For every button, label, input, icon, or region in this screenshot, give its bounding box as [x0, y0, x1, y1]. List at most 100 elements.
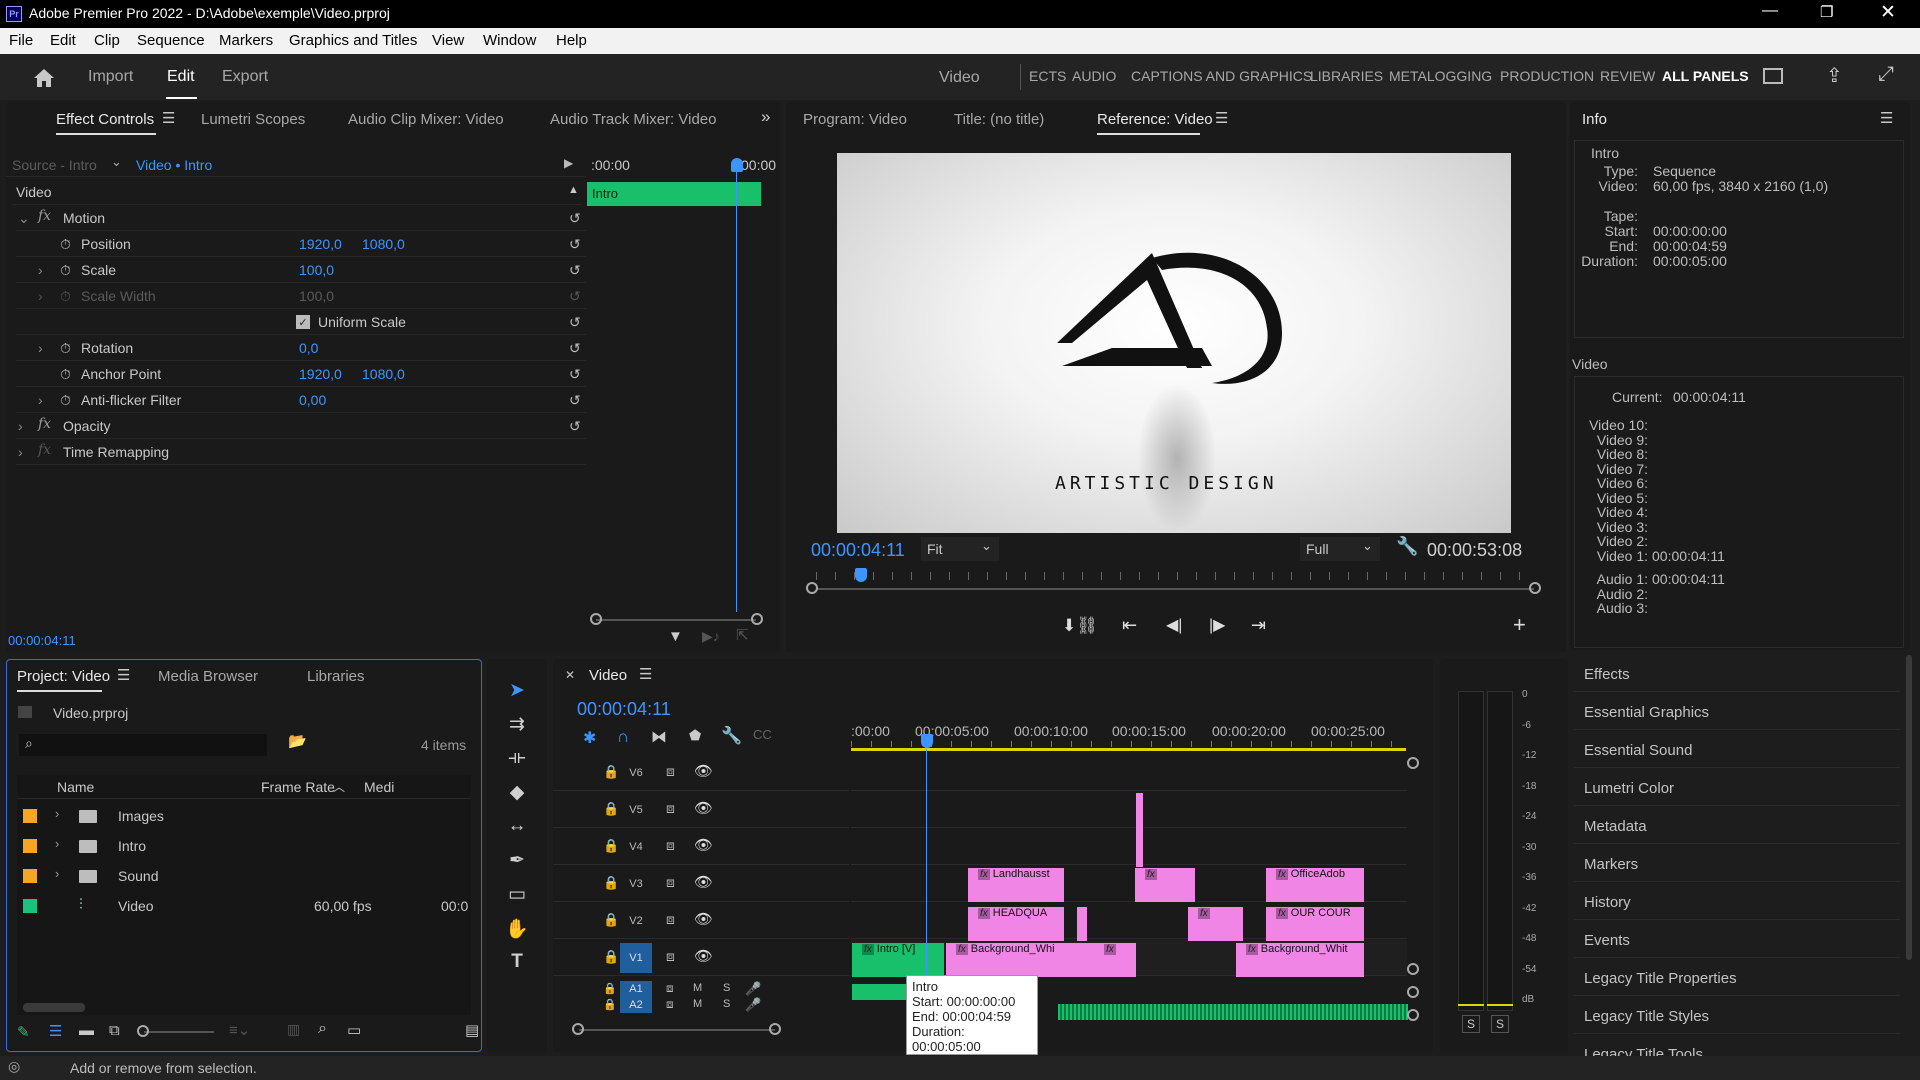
- panel-legacy-title-properties[interactable]: Legacy Title Properties: [1574, 962, 1900, 996]
- expand-toggle-icon[interactable]: ⌄: [18, 210, 30, 227]
- go-to-in-icon[interactable]: ⇤: [1122, 615, 1137, 636]
- home-icon[interactable]: [33, 68, 55, 88]
- motion-row[interactable]: ⌄ fx Motion ↺: [16, 205, 586, 231]
- menu-help[interactable]: Help: [556, 32, 587, 49]
- h-scroll-left-handle[interactable]: [572, 1023, 584, 1035]
- find-icon[interactable]: ⌕: [318, 1020, 327, 1038]
- mute-button[interactable]: M: [693, 982, 702, 994]
- clip-background-2[interactable]: fx Background_Whit: [1236, 943, 1364, 977]
- stopwatch-icon[interactable]: ⏱: [60, 366, 71, 383]
- ws-review[interactable]: REVIEW: [1600, 68, 1655, 84]
- position-x-value[interactable]: 1920,0: [299, 236, 342, 252]
- ws-audio[interactable]: AUDIO: [1072, 68, 1116, 84]
- wrench-icon[interactable]: 🔧: [1396, 536, 1418, 557]
- lock-icon[interactable]: 🔒: [603, 998, 617, 1011]
- list-item[interactable]: › Images: [17, 801, 471, 831]
- sync-lock-icon[interactable]: ⧈: [666, 997, 674, 1012]
- tab-program[interactable]: Program: Video: [803, 111, 907, 128]
- marker-link-icon[interactable]: ⬇⛓: [1062, 616, 1098, 636]
- monitor-ruler[interactable]: [816, 572, 1534, 580]
- col-name[interactable]: Name: [57, 779, 94, 795]
- reset-icon[interactable]: ↺: [569, 340, 581, 357]
- timeline-settings-icon[interactable]: 🔧: [721, 726, 742, 746]
- panel-legacy-title-tools[interactable]: Legacy Title Tools: [1574, 1038, 1900, 1058]
- sort-icon[interactable]: ≡⌄: [229, 1021, 250, 1039]
- list-item[interactable]: ⫶ Video 60,00 fps 00:0: [17, 891, 471, 921]
- chevron-down-icon[interactable]: ⌄: [111, 154, 122, 170]
- fx-icon[interactable]: fx: [38, 416, 51, 432]
- lock-icon[interactable]: 🔒: [603, 982, 617, 995]
- tab-lumetri-scopes[interactable]: Lumetri Scopes: [201, 111, 305, 128]
- label-color[interactable]: [23, 839, 37, 853]
- reset-icon[interactable]: ↺: [569, 366, 581, 383]
- target-clip-label[interactable]: Video • Intro: [136, 157, 212, 173]
- clip-v2-thin[interactable]: [1077, 907, 1087, 941]
- new-item-icon[interactable]: ▤: [465, 1021, 479, 1039]
- sync-lock-icon[interactable]: ⧈: [666, 948, 675, 965]
- solo-left-button[interactable]: S: [1462, 1015, 1480, 1033]
- play-only-icon[interactable]: ▶: [564, 156, 573, 170]
- ws-all-panels[interactable]: ALL PANELS: [1662, 68, 1749, 84]
- ws-effects[interactable]: ECTS: [1029, 68, 1066, 84]
- close-icon[interactable]: ✕: [1880, 1, 1896, 24]
- monitor-zoom-bar[interactable]: [816, 588, 1534, 590]
- panel-metadata[interactable]: Metadata: [1574, 810, 1900, 844]
- export-icon[interactable]: ⇱: [736, 626, 749, 644]
- microphone-icon[interactable]: 🎤: [745, 981, 761, 997]
- tab-audio-clip-mixer[interactable]: Audio Clip Mixer: Video: [348, 111, 504, 128]
- add-button-icon[interactable]: +: [1513, 612, 1526, 638]
- lock-icon[interactable]: 🔒: [603, 801, 619, 817]
- mute-button[interactable]: M: [693, 998, 702, 1010]
- panel-essential-sound[interactable]: Essential Sound: [1574, 734, 1900, 768]
- workspaces-icon[interactable]: [1763, 68, 1783, 84]
- project-search-input[interactable]: ⌕: [19, 734, 267, 756]
- a-scroll-bottom-handle[interactable]: [1407, 1009, 1419, 1021]
- clip-ourcour[interactable]: fx OUR COUR: [1266, 907, 1364, 941]
- play-audio-icon[interactable]: ▶♪: [702, 628, 720, 645]
- lock-icon[interactable]: 🔒: [603, 949, 619, 965]
- time-remapping-row[interactable]: › fx Time Remapping: [16, 439, 586, 465]
- label-color[interactable]: [23, 899, 37, 913]
- stopwatch-icon[interactable]: ⏱: [60, 262, 71, 279]
- timeline-ruler[interactable]: :00:00 00:00:05:00 00:00:10:00 00:00:15:…: [851, 714, 1411, 752]
- panel-menu-icon[interactable]: ☰: [162, 109, 175, 127]
- nest-icon[interactable]: ✱: [583, 728, 596, 748]
- panel-legacy-title-styles[interactable]: Legacy Title Styles: [1574, 1000, 1900, 1034]
- pen-tool-icon[interactable]: ✒: [502, 849, 532, 879]
- monitor-timecode[interactable]: 00:00:04:11: [811, 540, 905, 561]
- tab-sequence[interactable]: Video: [589, 667, 627, 684]
- menu-sequence[interactable]: Sequence: [137, 32, 205, 49]
- clip-v4-thin[interactable]: [1136, 793, 1143, 867]
- project-h-scrollbar[interactable]: [23, 1003, 85, 1012]
- linked-selection-icon[interactable]: ⧓: [651, 727, 667, 747]
- label-color[interactable]: [23, 869, 37, 883]
- sync-lock-icon[interactable]: ⧈: [666, 874, 675, 891]
- a-scroll-top-handle[interactable]: [1407, 986, 1419, 998]
- anchor-x-value[interactable]: 1920,0: [299, 366, 342, 382]
- timeline-timecode[interactable]: 00:00:04:11: [577, 699, 671, 720]
- quality-select[interactable]: Full ⌄: [1300, 537, 1380, 561]
- h-scroll-right-handle[interactable]: [769, 1023, 781, 1035]
- list-view-icon[interactable]: ☰: [49, 1022, 62, 1040]
- sync-lock-icon[interactable]: ⧈: [666, 911, 675, 928]
- stopwatch-icon[interactable]: ⏱: [60, 340, 71, 357]
- lock-icon[interactable]: 🔒: [603, 838, 619, 854]
- new-bin-from-search-icon[interactable]: 📂: [288, 732, 307, 750]
- menu-window[interactable]: Window: [483, 32, 536, 49]
- expand-toggle-icon[interactable]: ›: [38, 262, 43, 278]
- sort-up-icon[interactable]: ︿: [333, 778, 345, 795]
- ec-clip-bar[interactable]: Intro: [587, 182, 761, 206]
- reset-icon[interactable]: ↺: [569, 392, 581, 409]
- selection-tool-icon[interactable]: ➤: [502, 679, 532, 709]
- razor-tool-icon[interactable]: ◆: [502, 781, 532, 811]
- ec-timecode[interactable]: 00:00:04:11: [8, 633, 76, 648]
- ec-zoom-right-handle[interactable]: [751, 613, 763, 625]
- icon-view-icon[interactable]: ▬: [79, 1022, 94, 1039]
- eye-icon[interactable]: 👁: [694, 873, 713, 891]
- minimize-icon[interactable]: —: [1762, 2, 1778, 20]
- expand-toggle-icon[interactable]: ›: [55, 866, 59, 881]
- eye-icon[interactable]: 👁: [694, 762, 713, 780]
- uniform-scale-checkbox[interactable]: ✓: [296, 315, 310, 329]
- panel-menu-icon[interactable]: ☰: [117, 666, 130, 684]
- anti-flicker-value[interactable]: 0,00: [299, 392, 326, 408]
